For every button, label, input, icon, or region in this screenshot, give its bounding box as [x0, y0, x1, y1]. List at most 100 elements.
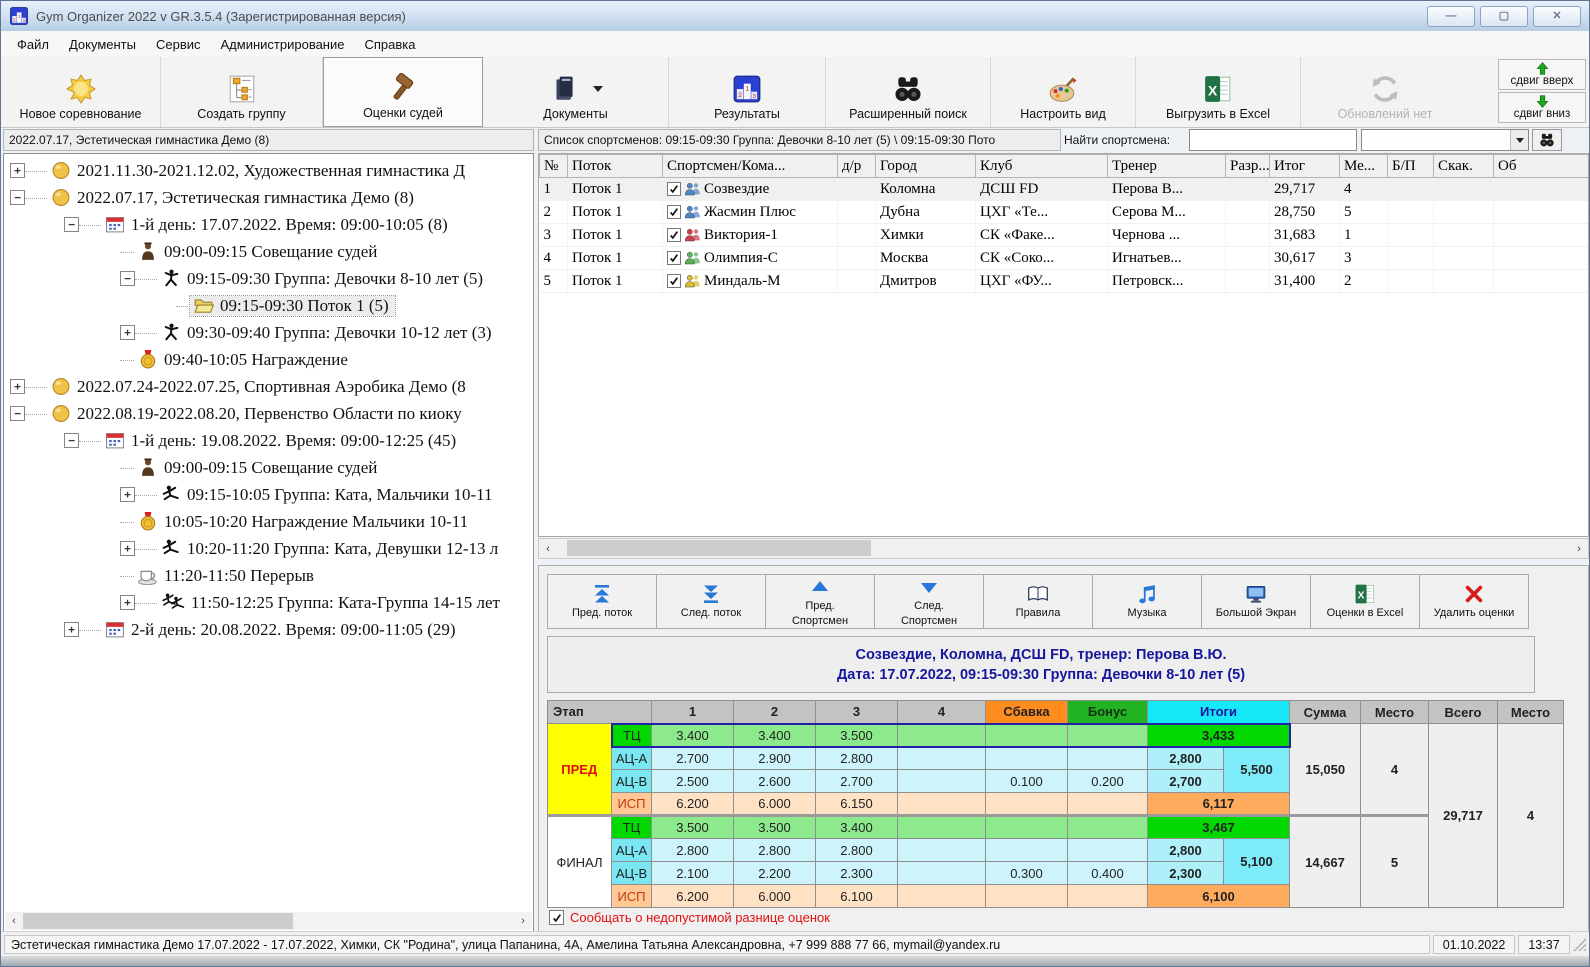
row-checkbox[interactable] [667, 182, 681, 196]
athletes-horizontal-scrollbar[interactable]: ‹ › [538, 538, 1589, 559]
menu-service[interactable]: Сервис [146, 33, 211, 56]
score-cell[interactable]: 6.200 [652, 793, 734, 816]
scroll-right-arrow[interactable]: › [514, 912, 532, 930]
menu-administration[interactable]: Администрирование [211, 33, 355, 56]
score-cell[interactable] [986, 747, 1068, 770]
expand-toggle[interactable]: − [10, 406, 25, 421]
scroll-left-arrow[interactable]: ‹ [5, 912, 23, 930]
tree-item[interactable]: −1-й день: 17.07.2022. Время: 09:00-10:0… [4, 211, 533, 238]
table-row[interactable]: 3Поток 1 Виктория-1 ХимкиСК «Факе...Черн… [540, 224, 1590, 247]
score-cell[interactable] [1068, 839, 1148, 862]
judges-scores-button[interactable]: Оценки судей [323, 57, 483, 127]
score-cell[interactable] [898, 793, 986, 816]
advanced-search-button[interactable]: Расширенный поиск [826, 57, 991, 127]
score-cell[interactable]: 6.100 [816, 885, 898, 908]
table-row[interactable]: 2Поток 1 Жасмин Плюс ДубнаЦХГ «Те...Серо… [540, 201, 1590, 224]
deduction-cell[interactable]: 0.100 [986, 770, 1068, 793]
table-row[interactable]: 5Поток 1 Миндаль-М ДмитровЦХГ «ФУ...Петр… [540, 270, 1590, 293]
prev-flow-button[interactable]: Пред. поток [547, 574, 657, 629]
create-group-button[interactable]: Создать группу [161, 57, 323, 127]
next-athlete-button[interactable]: След.Спортсмен [874, 574, 984, 629]
tree-item[interactable]: 09:00-09:15 Совещание судей [4, 238, 533, 265]
score-cell[interactable]: 3.400 [816, 816, 898, 839]
col-num[interactable]: № [540, 155, 568, 178]
score-cell[interactable] [1068, 793, 1148, 816]
score-cell[interactable] [898, 747, 986, 770]
menu-file[interactable]: Файл [7, 33, 59, 56]
score-cell[interactable]: 2.700 [816, 770, 898, 793]
scroll-left-arrow[interactable]: ‹ [539, 540, 557, 558]
score-cell[interactable] [1068, 885, 1148, 908]
score-cell[interactable] [1068, 724, 1148, 747]
score-cell[interactable] [898, 839, 986, 862]
tree-item[interactable]: +10:20-11:20 Группа: Ката, Девушки 12-13… [4, 535, 533, 562]
find-athlete-search-button[interactable] [1532, 129, 1562, 151]
tree-item[interactable]: 11:20-11:50 Перерыв [4, 562, 533, 589]
score-cell[interactable]: 2.500 [652, 770, 734, 793]
next-flow-button[interactable]: След. поток [656, 574, 766, 629]
expand-toggle[interactable]: + [120, 487, 135, 502]
col-bp[interactable]: Б/П [1388, 155, 1434, 178]
tree-item[interactable]: 10:05-10:20 Награждение Мальчики 10-11 [4, 508, 533, 535]
new-competition-button[interactable]: Новое соревнование [1, 57, 161, 127]
scrollbar-thumb[interactable] [567, 540, 871, 556]
score-cell[interactable] [986, 724, 1068, 747]
score-cell[interactable]: 2.300 [816, 862, 898, 885]
col-rank[interactable]: Разр... [1226, 155, 1270, 178]
shift-down-button[interactable]: сдвиг вниз [1498, 92, 1586, 123]
tree-item-selected[interactable]: 09:15-09:30 Поток 1 (5) [4, 292, 533, 319]
score-cell[interactable] [1068, 747, 1148, 770]
tree-item[interactable]: −2022.08.19-2022.08.20, Первенство Облас… [4, 400, 533, 427]
prev-athlete-button[interactable]: Пред.Спортсмен [765, 574, 875, 629]
col-ob[interactable]: Об [1494, 155, 1590, 178]
row-checkbox[interactable] [667, 251, 681, 265]
score-cell[interactable]: 2.900 [734, 747, 816, 770]
score-cell[interactable]: 6.000 [734, 885, 816, 908]
row-checkbox[interactable] [667, 205, 681, 219]
tree-item[interactable]: +09:15-10:05 Группа: Ката, Мальчики 10-1… [4, 481, 533, 508]
row-checkbox[interactable] [667, 274, 681, 288]
tree-item[interactable]: −1-й день: 19.08.2022. Время: 09:00-12:2… [4, 427, 533, 454]
export-excel-button[interactable]: Выгрузить в Excel [1136, 57, 1301, 127]
scroll-right-arrow[interactable]: › [1570, 540, 1588, 558]
tree-item[interactable]: 09:40-10:05 Награждение [4, 346, 533, 373]
score-cell[interactable]: 6.150 [816, 793, 898, 816]
score-cell[interactable] [898, 885, 986, 908]
expand-toggle[interactable]: − [10, 190, 25, 205]
score-cell[interactable]: 2.800 [816, 839, 898, 862]
minimize-button[interactable]: — [1427, 6, 1475, 27]
tree-item[interactable]: −09:15-09:30 Группа: Девочки 8-10 лет (5… [4, 265, 533, 292]
score-cell[interactable]: 3.400 [734, 724, 816, 747]
score-cell[interactable]: 6.000 [734, 793, 816, 816]
delete-scores-button[interactable]: Удалить оценки [1419, 574, 1529, 629]
score-cell[interactable]: 2.800 [816, 747, 898, 770]
rules-button[interactable]: Правила [983, 574, 1093, 629]
bonus-cell[interactable]: 0.400 [1068, 862, 1148, 885]
score-cell[interactable]: 2.700 [652, 747, 734, 770]
combo-dropdown-button[interactable] [1510, 130, 1528, 150]
tree-item[interactable]: +11:50-12:25 Группа: Ката-Группа 14-15 л… [4, 589, 533, 616]
deduction-cell[interactable]: 0.300 [986, 862, 1068, 885]
score-cell[interactable] [1068, 816, 1148, 839]
expand-toggle[interactable]: + [64, 622, 79, 637]
bonus-cell[interactable]: 0.200 [1068, 770, 1148, 793]
music-button[interactable]: Музыка [1092, 574, 1202, 629]
chevron-down-icon[interactable] [593, 86, 603, 92]
score-cell[interactable]: 3.500 [734, 816, 816, 839]
col-place[interactable]: Ме... [1340, 155, 1388, 178]
results-button[interactable]: Результаты [669, 57, 826, 127]
table-row[interactable]: 4Поток 1 Олимпия-С МоскваСК «Соко...Игна… [540, 247, 1590, 270]
score-cell[interactable]: 2.800 [652, 839, 734, 862]
expand-toggle[interactable]: + [120, 595, 135, 610]
row-checkbox[interactable] [667, 228, 681, 242]
documents-button[interactable]: Документы [483, 57, 669, 127]
big-screen-button[interactable]: Большой Экран [1201, 574, 1311, 629]
menu-help[interactable]: Справка [354, 33, 425, 56]
table-row[interactable]: 1Поток 1 Созвездие КоломнаДСШ FDПерова В… [540, 178, 1590, 201]
col-flow[interactable]: Поток [568, 155, 663, 178]
expand-toggle[interactable]: − [64, 433, 79, 448]
tree-horizontal-scrollbar[interactable]: ‹ › [5, 912, 532, 930]
customize-view-button[interactable]: Настроить вид [991, 57, 1136, 127]
score-cell[interactable] [898, 816, 986, 839]
expand-toggle[interactable]: + [120, 541, 135, 556]
